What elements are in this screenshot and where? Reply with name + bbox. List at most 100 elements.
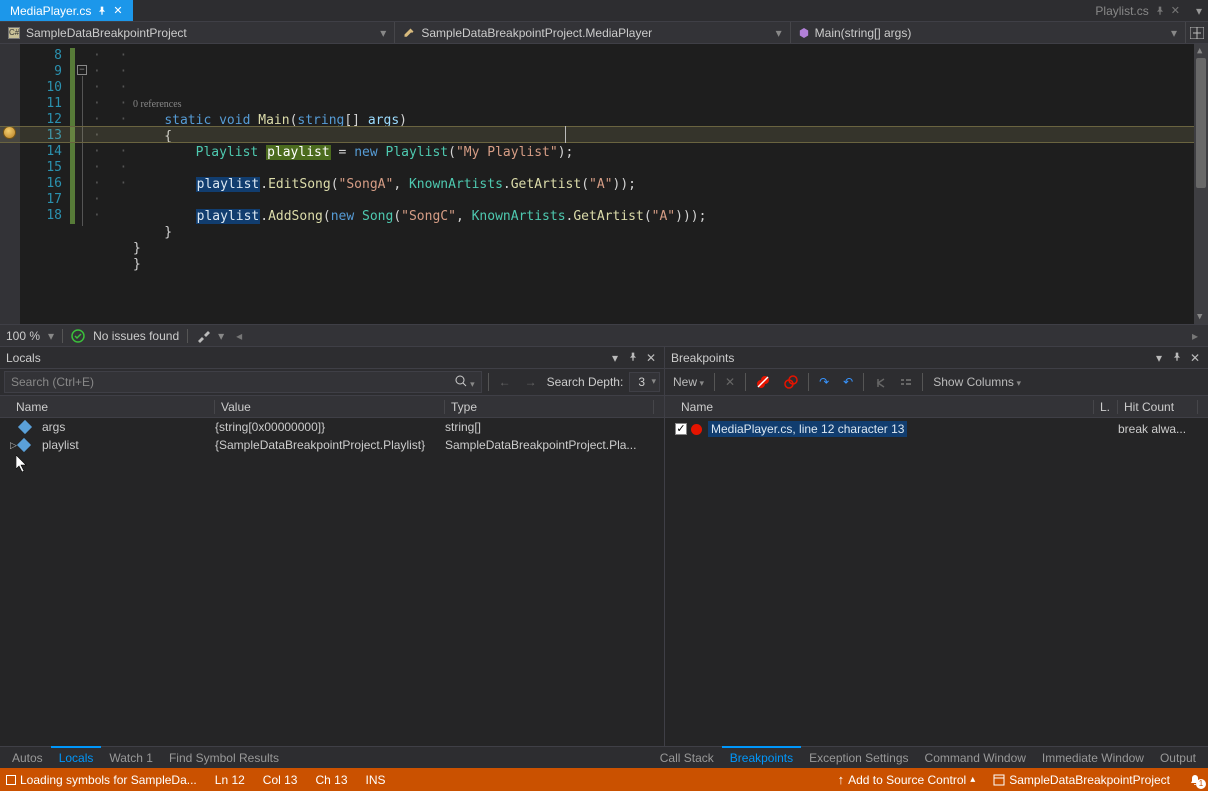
chevron-down-icon[interactable]: ▾ — [218, 329, 224, 343]
variable-icon — [17, 438, 31, 452]
tool-tab[interactable]: Breakpoints — [722, 746, 801, 768]
nav-forward-icon[interactable]: → — [521, 373, 541, 391]
window-icon — [993, 774, 1005, 786]
scroll-up-icon[interactable]: ▲ — [1197, 46, 1202, 56]
search-depth-select[interactable]: 3 ▾ — [629, 372, 660, 392]
pin-icon[interactable] — [1170, 351, 1184, 365]
tool-tab[interactable]: Watch 1 — [101, 748, 161, 768]
expand-icon[interactable]: ▷ — [10, 440, 17, 451]
pane-title-label: Breakpoints — [671, 351, 734, 365]
column-header-labels[interactable]: L. — [1094, 400, 1118, 414]
column-header-name[interactable]: Name — [675, 400, 1094, 414]
window-menu-icon[interactable]: ▾ — [608, 351, 622, 365]
pin-icon — [1155, 6, 1165, 16]
go-to-source-icon[interactable] — [870, 373, 890, 391]
notifications-button[interactable]: 1 — [1188, 773, 1202, 787]
project-indicator[interactable]: SampleDataBreakpointProject — [993, 773, 1170, 787]
scroll-down-icon[interactable]: ▼ — [1197, 312, 1202, 322]
nav-type[interactable]: SampleDataBreakpointProject.MediaPlayer … — [395, 22, 790, 43]
close-icon[interactable]: ✕ — [113, 4, 122, 17]
horizontal-scrollbar[interactable]: ◂▸ — [232, 329, 1202, 343]
tool-tab[interactable]: Call Stack — [652, 748, 722, 768]
column-header-value[interactable]: Value — [215, 400, 445, 414]
window-menu-icon[interactable]: ▾ — [1152, 351, 1166, 365]
mouse-cursor-icon — [16, 455, 28, 472]
var-name: playlist — [42, 438, 215, 452]
source-control-button[interactable]: ↑ Add to Source Control ▴ — [838, 772, 976, 787]
pin-icon[interactable] — [626, 351, 640, 365]
current-statement-icon[interactable] — [3, 126, 16, 139]
tool-tab[interactable]: Locals — [51, 746, 102, 768]
tool-window-tabs: AutosLocalsWatch 1Find Symbol Results Ca… — [0, 746, 1208, 768]
pane-title-label: Locals — [6, 351, 41, 365]
file-tab-inactive[interactable]: Playlist.cs ✕ — [1085, 0, 1190, 21]
fold-toggle-icon[interactable]: − — [77, 65, 87, 75]
column-header-type[interactable]: Type — [445, 400, 654, 414]
chevron-down-icon: ▾ — [380, 26, 386, 40]
file-tab-active[interactable]: MediaPlayer.cs ✕ — [0, 0, 133, 21]
var-name: args — [42, 420, 215, 434]
show-columns-button[interactable]: Show Columns — [929, 373, 1025, 391]
new-breakpoint-button[interactable]: New — [669, 373, 708, 391]
status-column[interactable]: Col 13 — [263, 773, 298, 787]
split-editor-icon[interactable] — [1186, 22, 1208, 43]
var-type: string[] — [445, 420, 654, 434]
breakpoint-row[interactable]: ✓ MediaPlayer.cs, line 12 character 13 b… — [665, 418, 1208, 440]
locals-row[interactable]: ▷ playlist {SampleDataBreakpointProject.… — [0, 436, 664, 454]
chevron-down-icon: ▾ — [1171, 26, 1177, 40]
editor-status-strip: 100 % ▾ No issues found ▾ ◂▸ — [0, 324, 1208, 346]
nav-back-icon[interactable]: ← — [495, 373, 515, 391]
stop-icon[interactable] — [6, 775, 16, 785]
breakpoint-icon — [691, 424, 702, 435]
toggle-all-breakpoints-icon[interactable] — [780, 373, 802, 392]
issues-status[interactable]: No issues found — [93, 329, 179, 343]
zoom-level[interactable]: 100 % — [6, 329, 40, 343]
tool-tab[interactable]: Find Symbol Results — [161, 748, 287, 768]
status-char[interactable]: Ch 13 — [315, 773, 347, 787]
nav-type-label: SampleDataBreakpointProject.MediaPlayer — [421, 26, 652, 40]
import-breakpoints-icon[interactable]: ↶ — [839, 373, 857, 391]
csharp-project-icon: C# — [8, 27, 20, 39]
breakpoint-enabled-checkbox[interactable]: ✓ — [675, 423, 687, 435]
column-header-name[interactable]: Name — [10, 400, 215, 414]
nav-member-label: Main(string[] args) — [815, 26, 912, 40]
tool-tab[interactable]: Autos — [4, 748, 51, 768]
tool-tab[interactable]: Command Window — [917, 748, 1034, 768]
glyph-margin[interactable] — [0, 44, 20, 324]
tab-overflow-icon[interactable]: ▾ — [1190, 0, 1208, 21]
pin-icon — [97, 6, 107, 16]
close-icon[interactable]: ✕ — [1171, 4, 1180, 17]
tool-tab[interactable]: Exception Settings — [801, 748, 916, 768]
nav-member[interactable]: Main(string[] args) ▾ — [791, 22, 1186, 43]
export-breakpoints-icon[interactable]: ↷ — [815, 373, 833, 391]
vertical-scrollbar[interactable]: ▲ ▼ — [1194, 44, 1208, 324]
delete-all-breakpoints-icon[interactable] — [752, 373, 774, 392]
nav-project[interactable]: C# SampleDataBreakpointProject ▾ — [0, 22, 395, 43]
scroll-thumb[interactable] — [1196, 58, 1206, 188]
nav-project-label: SampleDataBreakpointProject — [26, 26, 187, 40]
codelens-reference-count[interactable]: 0 references — [133, 99, 182, 110]
navigation-bar: C# SampleDataBreakpointProject ▾ SampleD… — [0, 22, 1208, 44]
brush-icon[interactable] — [196, 329, 210, 343]
status-insert-mode[interactable]: INS — [366, 773, 386, 787]
locals-window: Locals ▾ ✕ Search (Ctrl+E) ▾ ← → Search … — [0, 347, 665, 746]
close-icon[interactable]: ✕ — [644, 351, 658, 365]
notification-badge: 1 — [1196, 779, 1206, 789]
status-bar: Loading symbols for SampleDa... Ln 12 Co… — [0, 768, 1208, 791]
code-editor[interactable]: 89101112131415161718 − · · · · · · · · ·… — [0, 44, 1208, 324]
code-text[interactable]: 0 references static void Main(string[] a… — [133, 44, 1208, 324]
class-icon — [403, 27, 415, 39]
tool-tab[interactable]: Immediate Window — [1034, 748, 1152, 768]
var-type: SampleDataBreakpointProject.Pla... — [445, 438, 654, 452]
status-line[interactable]: Ln 12 — [215, 773, 245, 787]
go-to-disassembly-icon[interactable] — [896, 373, 916, 391]
locals-search-input[interactable]: Search (Ctrl+E) ▾ — [4, 371, 482, 393]
chevron-down-icon: ▾ — [651, 376, 656, 387]
close-icon[interactable]: ✕ — [1188, 351, 1202, 365]
outlining-margin[interactable]: − — [75, 44, 93, 324]
locals-row[interactable]: args {string[0x00000000]} string[] — [0, 418, 664, 436]
column-header-hitcount[interactable]: Hit Count — [1118, 400, 1198, 414]
tool-tab[interactable]: Output — [1152, 748, 1204, 768]
delete-breakpoint-icon[interactable]: ✕ — [721, 373, 739, 391]
chevron-down-icon[interactable]: ▾ — [48, 329, 54, 343]
